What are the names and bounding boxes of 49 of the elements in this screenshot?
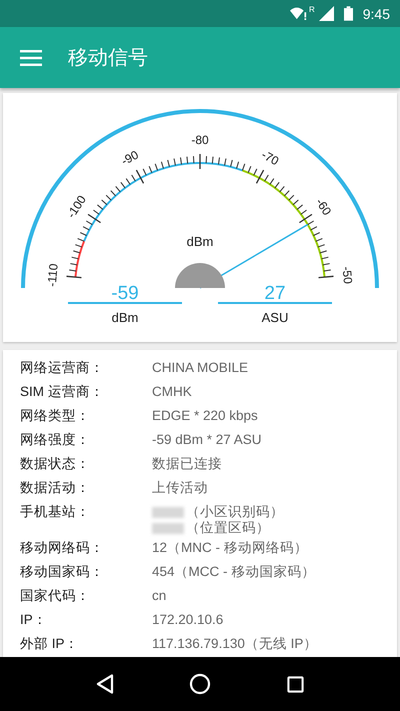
tick-label: -50 <box>340 266 355 284</box>
info-label: 移动网络码： <box>20 539 105 557</box>
home-icon[interactable] <box>189 673 212 695</box>
reading-value: 27 <box>264 283 286 304</box>
info-value: （小区识别码） <box>186 504 284 520</box>
info-value: 172.20.10.6 <box>152 612 224 628</box>
info-value: 数据已连接 <box>152 456 222 472</box>
info-label: 网络类型： <box>20 407 91 425</box>
info-label: 外部 IP： <box>20 635 80 653</box>
info-label: 移动国家码： <box>20 563 105 581</box>
info-value: cn <box>152 588 166 604</box>
tick-label: -110 <box>44 262 61 288</box>
back-icon[interactable] <box>96 674 114 694</box>
needle-hub <box>175 263 225 288</box>
tick-label: -60 <box>312 196 334 218</box>
reading-value: -59 <box>111 283 139 304</box>
tick-label: -90 <box>118 148 141 168</box>
info-label: IP： <box>20 611 48 629</box>
info-value: EDGE * 220 kbps <box>152 408 258 424</box>
wifi-icon <box>290 6 307 20</box>
tick-label: -80 <box>191 133 209 148</box>
info-label: 国家代码： <box>20 587 91 605</box>
menu-icon[interactable] <box>20 50 42 66</box>
app-title: 移动信号 <box>68 44 148 71</box>
info-label: SIM 运营商： <box>20 383 105 401</box>
signal-icon <box>318 6 334 21</box>
reading-unit: dBm <box>112 310 138 325</box>
recents-icon[interactable] <box>287 676 304 692</box>
info-label: 网络强度： <box>20 431 91 449</box>
blurred-value <box>152 506 184 518</box>
info-label: 数据状态： <box>20 455 91 473</box>
tick-label: -70 <box>259 148 282 168</box>
info-value: （位置区码） <box>186 520 270 536</box>
info-value: 117.136.79.130（无线 IP） <box>152 636 318 652</box>
info-value: -59 dBm * 27 ASU <box>152 432 262 448</box>
info-label: 手机基站： <box>20 503 91 521</box>
info-value: 上传活动 <box>152 480 208 496</box>
info-label: 数据活动： <box>20 479 91 497</box>
info-value: CHINA MOBILE <box>152 360 248 376</box>
info-value: 454（MCC - 移动国家码） <box>152 564 316 580</box>
battery-icon <box>344 6 353 21</box>
blurred-value <box>152 522 184 534</box>
roaming-indicator: R <box>308 5 315 14</box>
reading-unit: ASU <box>262 310 288 325</box>
status-time: 9:45 <box>362 6 390 22</box>
info-value: 12（MNC - 移动网络码） <box>152 540 308 556</box>
info-value: CMHK <box>152 384 192 400</box>
info-label: 网络运营商： <box>20 359 105 377</box>
unit-label: dBm <box>186 234 214 249</box>
